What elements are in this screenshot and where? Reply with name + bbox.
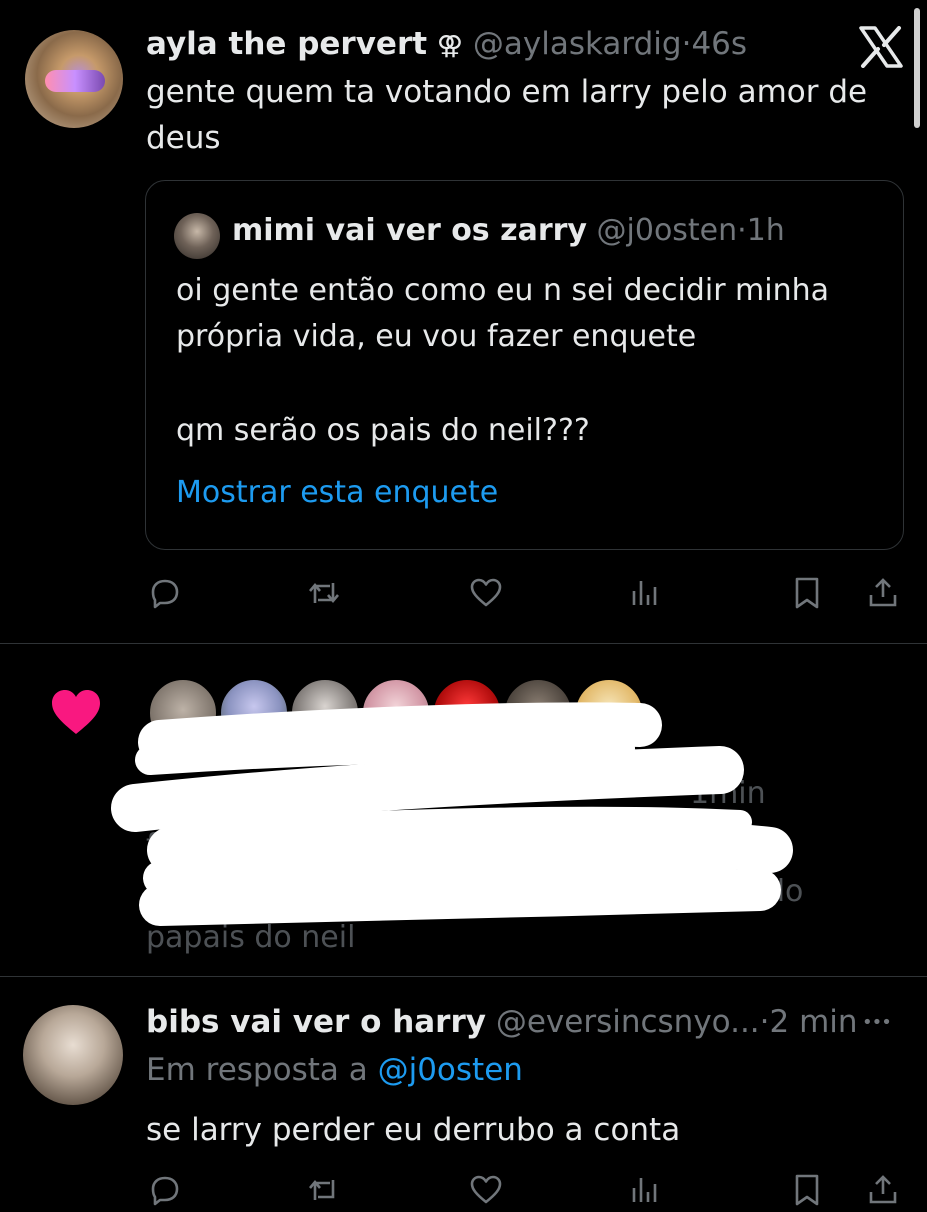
more-icon[interactable]: •••	[862, 1012, 892, 1033]
avatar[interactable]	[23, 1005, 123, 1105]
bookmark-icon[interactable]	[789, 1172, 825, 1208]
like-icon[interactable]	[468, 1172, 504, 1208]
separator-dot: ·	[759, 1004, 770, 1040]
author-name[interactable]: bibs vai ver o harry	[146, 1004, 486, 1040]
retweet-icon[interactable]	[306, 1172, 342, 1208]
reply-text: se larry perder eu derrubo a conta	[146, 1112, 681, 1148]
views-icon[interactable]	[628, 1172, 664, 1208]
share-icon[interactable]	[865, 1172, 901, 1208]
replying-to-handle[interactable]: @j0osten	[378, 1052, 523, 1088]
divider	[0, 976, 927, 977]
reply-icon[interactable]	[147, 1172, 183, 1208]
author-handle[interactable]: @eversincsnyo...	[496, 1004, 760, 1040]
timestamp[interactable]: 2 min	[770, 1004, 858, 1040]
replying-to-label: Em resposta a	[146, 1052, 368, 1088]
